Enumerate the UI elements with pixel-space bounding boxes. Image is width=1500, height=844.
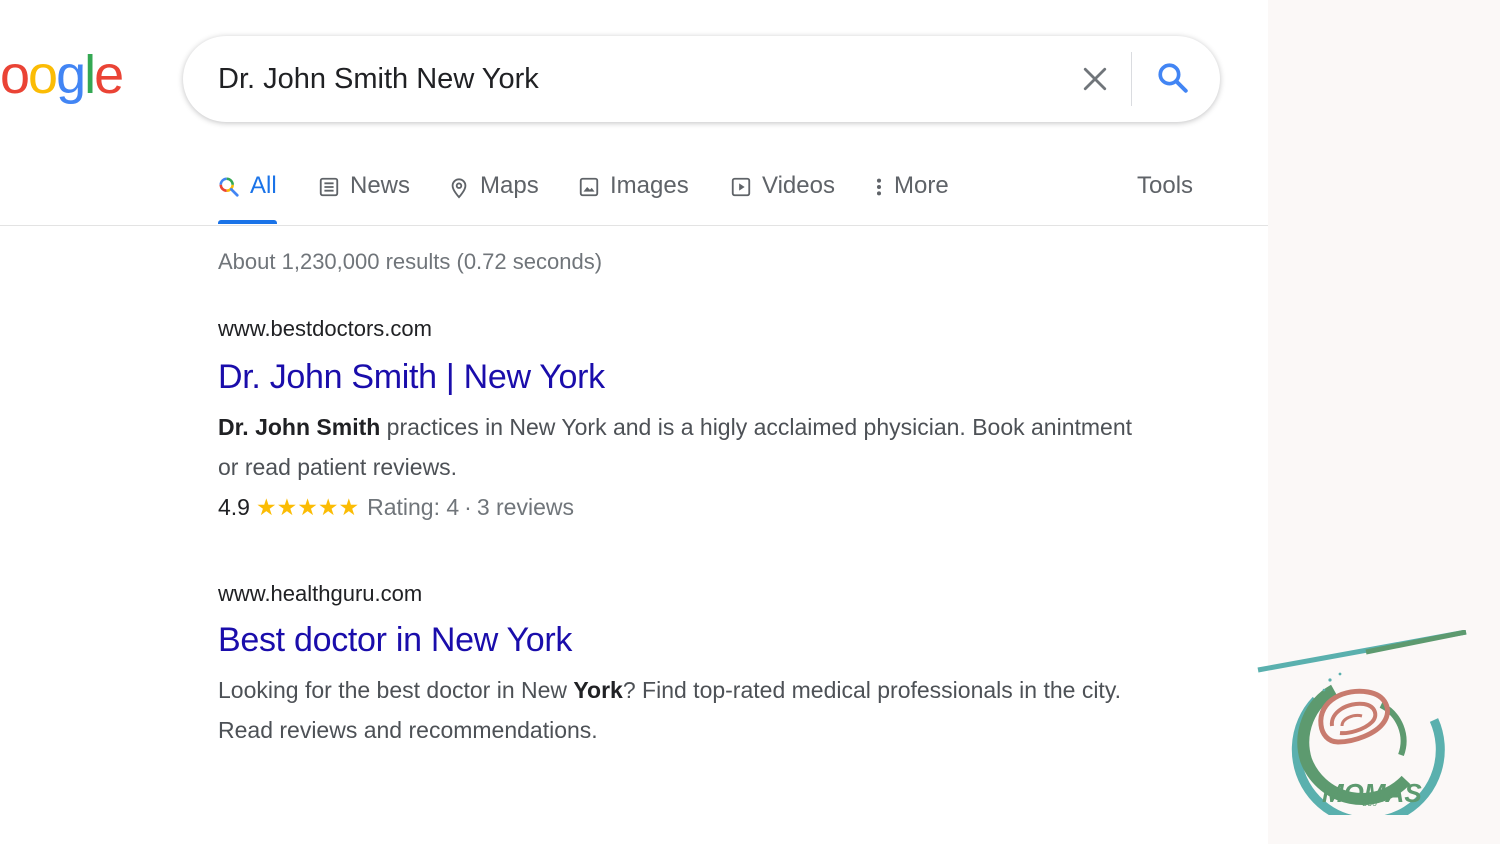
result-stats: About 1,230,000 results (0.72 seconds): [218, 249, 603, 274]
news-icon: [319, 177, 339, 197]
review-count: 3 reviews: [476, 494, 574, 520]
logo-letter: o: [28, 45, 58, 105]
search-result: www.healthguru.com Best doctor in New Yo…: [218, 580, 1158, 750]
tab-label: All: [250, 172, 277, 199]
search-divider: [1131, 52, 1132, 106]
tab-label: Videos: [762, 172, 835, 199]
snippet-text: ? Find top-rated medical professionals i…: [622, 677, 1122, 703]
search-tabs: All News Maps Images Videos More: [218, 168, 1218, 226]
search-button[interactable]: [1153, 58, 1193, 98]
snippet-text: Read reviews and recommendations.: [218, 717, 598, 743]
brand-watermark-logo: MOMAS 360: [1257, 630, 1467, 815]
rating-row: 4.9 ★★★★★ Rating: 4 · 3 reviews: [218, 487, 1158, 527]
search-result: www.bestdoctors.com Dr. John Smith | New…: [218, 315, 1158, 527]
tab-all[interactable]: All: [218, 168, 277, 224]
clear-button[interactable]: [1076, 60, 1114, 98]
tab-label: News: [350, 172, 411, 199]
map-pin-icon: [451, 178, 467, 199]
result-title-link[interactable]: Best doctor in New York: [218, 618, 1158, 662]
play-icon: [731, 177, 751, 197]
search-icon: [219, 177, 239, 197]
watermark-subtext: 360: [1362, 798, 1377, 808]
snippet-bold: York: [573, 677, 623, 703]
google-logo[interactable]: oogle: [0, 45, 124, 105]
snippet-text: or read patient reviews.: [218, 454, 458, 480]
search-icon: [1158, 63, 1188, 93]
logo-letter: g: [56, 45, 86, 105]
close-icon: [1083, 67, 1107, 91]
star-rating-icon: ★★★★★: [255, 494, 360, 520]
result-url[interactable]: www.bestdoctors.com: [218, 315, 1158, 343]
tab-label: More: [894, 172, 949, 199]
tab-maps[interactable]: Maps: [448, 168, 539, 224]
snippet-text: practices in New York and is a higly acc…: [380, 414, 1133, 440]
snippet-bold: Dr. John Smith: [218, 414, 381, 440]
tabs-divider: [0, 225, 1268, 226]
tab-label: Images: [610, 172, 689, 199]
result-snippet: Dr. John Smith practices in New York and…: [218, 407, 1158, 487]
rating-label: Rating: 4: [367, 494, 460, 520]
search-box: [183, 36, 1220, 122]
separator-dot: ·: [464, 494, 472, 520]
image-icon: [579, 177, 599, 197]
search-input[interactable]: [218, 57, 1058, 101]
result-url[interactable]: www.healthguru.com: [218, 580, 1158, 608]
tab-news[interactable]: News: [318, 168, 410, 224]
tab-label: Maps: [480, 172, 539, 199]
result-title-link[interactable]: Dr. John Smith | New York: [218, 355, 1158, 399]
more-vert-icon: [876, 178, 882, 196]
logo-letter: l: [84, 45, 96, 105]
rating-value: 4.9: [218, 494, 250, 520]
tools-button[interactable]: Tools: [1137, 172, 1193, 200]
tab-more[interactable]: More: [874, 168, 949, 224]
tab-videos[interactable]: Videos: [730, 168, 835, 224]
logo-letter: e: [94, 45, 124, 105]
result-snippet: Looking for the best doctor in New York?…: [218, 670, 1158, 750]
tab-images[interactable]: Images: [578, 168, 689, 224]
logo-letter: o: [0, 45, 30, 105]
snippet-text: Looking for the best doctor in New: [218, 677, 574, 703]
